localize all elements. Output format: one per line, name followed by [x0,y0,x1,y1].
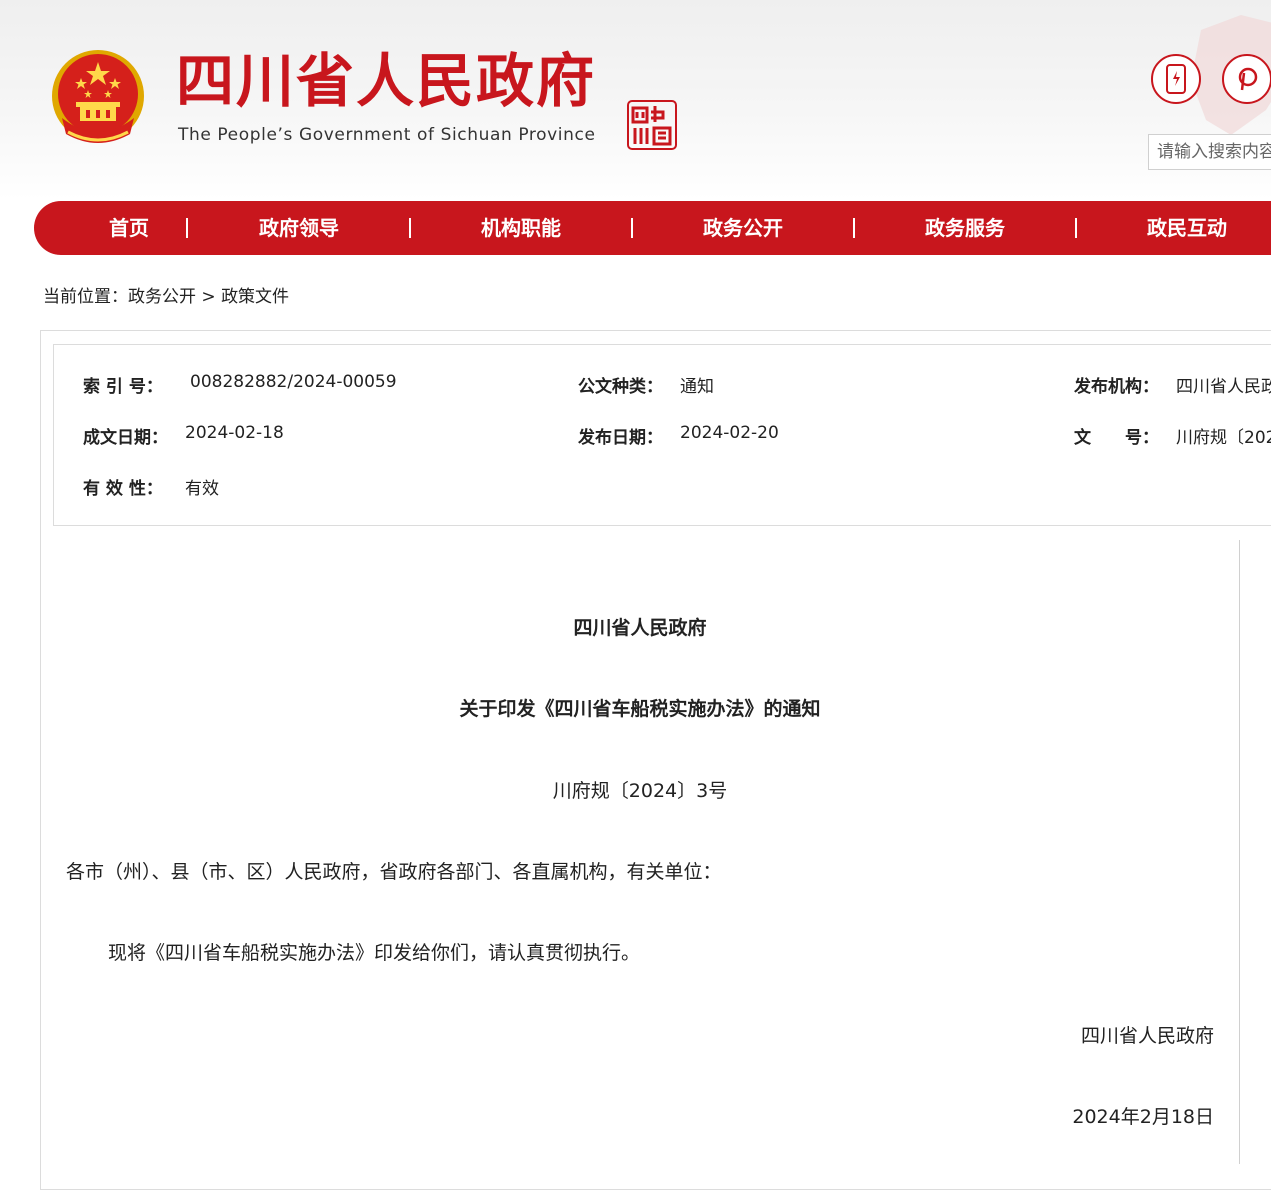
content-divider [1239,540,1240,1164]
document-number: 川府规〔2024〕3号 [552,780,728,802]
meta-value-publisher: 四川省人民政府 [1176,377,1271,397]
meta-label-publish-date: 发布日期： [578,428,663,448]
nav-separator [853,218,855,238]
nav-item-public-affairs[interactable]: 政务公开 [653,201,833,255]
nav-item-home[interactable]: 首页 [39,201,219,255]
meta-label-doc-type: 公文种类： [578,377,663,397]
nav-item-leadership[interactable]: 政府领导 [209,201,389,255]
breadcrumb-separator: > [201,287,216,307]
document-title: 关于印发《四川省车船税实施办法》的通知 [459,698,821,720]
meta-value-publish-date: 2024-02-20 [680,423,779,443]
breadcrumb-link-policy-docs[interactable]: 政策文件 [221,282,289,307]
document-recipients: 各市（州）、县（市、区）人民政府，省政府各部门、各直属机构，有关单位： [66,861,722,883]
breadcrumb: 当前位置：政务公开 > 政策文件 [43,282,289,307]
nav-item-services[interactable]: 政务服务 [875,201,1055,255]
weibo-icon[interactable] [1222,54,1271,104]
site-title: 四川省人民政府 [176,47,597,115]
mobile-phone-icon[interactable] [1151,54,1201,104]
document-signature: 四川省人民政府 [1080,1025,1214,1047]
nav-separator [1075,218,1077,238]
main-nav: 首页 政府领导 机构职能 政务公开 政务服务 政民互动 [34,201,1271,255]
meta-label-written-date: 成文日期： [83,428,168,448]
meta-value-index-no: 008282882/2024-00059 [190,372,397,392]
breadcrumb-link-public-affairs[interactable]: 政务公开 [128,282,196,307]
meta-label-publisher: 发布机构： [1074,377,1159,397]
document-body: 现将《四川省车船税实施办法》印发给你们，请认真贯彻执行。 [108,942,641,964]
document-issuer: 四川省人民政府 [573,617,707,639]
site-subtitle-en: The People’s Government of Sichuan Provi… [178,125,596,145]
search-input[interactable] [1148,134,1271,170]
nav-item-functions[interactable]: 机构职能 [431,201,611,255]
nav-separator [409,218,411,238]
document-date: 2024年2月18日 [1072,1106,1214,1128]
nav-separator [631,218,633,238]
meta-value-written-date: 2024-02-18 [185,423,284,443]
meta-label-doc-no: 文 号： [1074,428,1159,448]
nav-item-interaction[interactable]: 政民互动 [1097,201,1271,255]
china-sichuan-seal-logo [627,100,677,150]
meta-label-index-no: 索 引 号： [83,377,163,397]
meta-value-doc-type: 通知 [680,377,714,397]
breadcrumb-prefix: 当前位置： [43,287,128,307]
meta-value-doc-no: 川府规〔2024〕3号 [1176,428,1271,448]
national-emblem-icon [52,50,144,143]
nav-separator [186,218,188,238]
meta-value-validity: 有效 [185,479,219,499]
meta-label-validity: 有 效 性： [83,479,163,499]
